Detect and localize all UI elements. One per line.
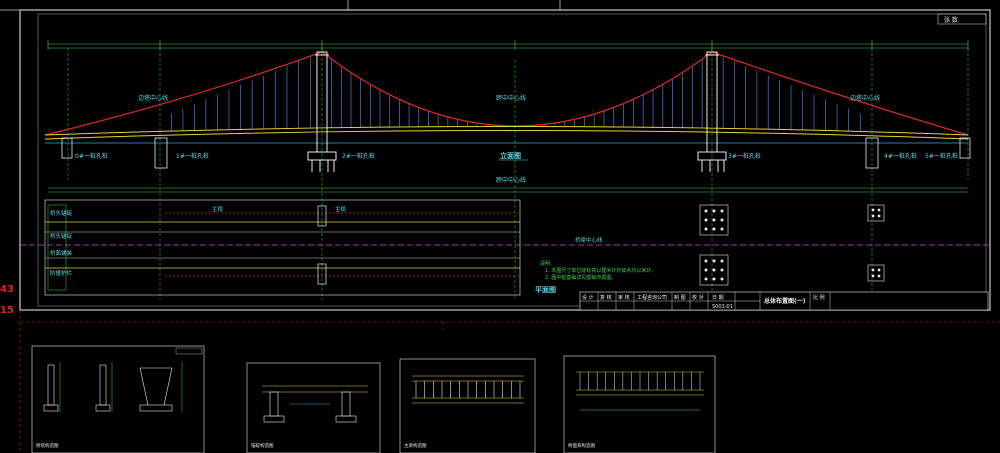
- tb-review: 审 核: [618, 294, 630, 301]
- label-pier-0: 0#一桩孔桩: [75, 152, 108, 160]
- label-pier-2: 2#一桩孔桩: [342, 152, 375, 160]
- notes-title: 说明:: [540, 260, 552, 267]
- top-dimension-lines: [47, 40, 969, 50]
- title-block: 设 计 复 核 审 核 工程咨询公司 制 图 校 对 日 期 S003-01 总…: [579, 291, 989, 311]
- thumbnail-titles: 桥塔构造图 锚碇构造图 主梁构造图 桥面系构造图: [36, 442, 595, 449]
- mid-dimension-lines: [48, 187, 968, 193]
- label-span-center: 跨中中心线: [496, 94, 526, 102]
- edge-numbers: 43 15: [0, 284, 14, 316]
- sheet-edge-marks: [0, 0, 561, 11]
- label-pier-1: 1#一桩孔桩: [176, 152, 209, 160]
- thumbnail-3: [399, 358, 536, 453]
- tb-company: 工程咨询公司: [637, 294, 667, 301]
- tb-check: 复 核: [600, 294, 612, 301]
- plan-label-main-cable-left: 主缆: [212, 205, 224, 213]
- thumbnail-2: [246, 362, 381, 453]
- thumb-title-2: 锚碇构造图: [251, 442, 274, 449]
- plan-row-4: 防撞护栏: [50, 269, 73, 277]
- tb-drawing: 制 图: [674, 294, 686, 301]
- plan-row-3: 桥面铺装: [50, 249, 73, 257]
- cad-drawing-canvas: 张 数 边塔中心线 跨中中心线 边塔中心线 0#一桩孔桩 1#一桩孔桩 2#一桩…: [0, 0, 1000, 453]
- edge-number-1: 43: [0, 284, 14, 295]
- label-tower-center-right: 边塔中心线: [850, 94, 880, 102]
- sheet-frame-red: [19, 310, 1000, 453]
- tb-scale: 比 例: [813, 294, 825, 301]
- label-pier-4: 4#一桩孔桩: [884, 152, 917, 160]
- plan-bridge-center-line: 桥梁中心线: [575, 236, 603, 244]
- note-2: 2. 图中桩基础详见基础布置图。: [545, 274, 616, 281]
- plan-view: [20, 199, 990, 296]
- edge-number-2: 15: [0, 305, 14, 316]
- label-pier-3: 3#一桩孔桩: [728, 152, 761, 160]
- sheet-number-label: 张 数: [944, 16, 958, 24]
- notes-block: 说明: 1. 本图尺寸单位除标高以厘米计外其余均以米计。 2. 图中桩基础详见基…: [540, 260, 656, 281]
- label-tower-center-left: 边塔中心线: [138, 94, 168, 102]
- thumbnail-1: [31, 345, 205, 453]
- elevation-view-title: 立面图: [500, 151, 521, 160]
- plan-row-2: 桥头锚碇: [50, 232, 73, 240]
- reference-verticals: [67, 48, 969, 300]
- label-pier-5: 5#一桩孔桩: [925, 152, 958, 160]
- note-1: 1. 本图尺寸单位除标高以厘米计外其余均以米计。: [545, 267, 656, 274]
- plan-view-title: 平面图: [535, 285, 556, 294]
- tb-drawing-title: 总体布置图(一): [764, 297, 806, 305]
- tb-design: 设 计: [582, 294, 594, 301]
- plan-row-1: 桥头锚碇: [50, 209, 73, 217]
- tb-proofread: 校 对: [692, 294, 704, 301]
- sheet-number-box: 张 数: [937, 13, 987, 25]
- bridge-deck: [44, 126, 969, 140]
- plan-label-main-cable-right: 主缆: [335, 205, 347, 213]
- tb-drawing-no: S003-01: [712, 304, 733, 310]
- thumb-title-3: 主梁构造图: [404, 442, 427, 449]
- thumb-title-4: 桥面系构造图: [568, 442, 595, 449]
- tb-date: 日 期: [712, 295, 724, 301]
- label-span-center-plan: 跨中中心线: [496, 176, 526, 184]
- thumbnail-4: [563, 355, 716, 453]
- main-cable: [44, 51, 969, 136]
- thumb-title-1: 桥塔构造图: [36, 442, 59, 449]
